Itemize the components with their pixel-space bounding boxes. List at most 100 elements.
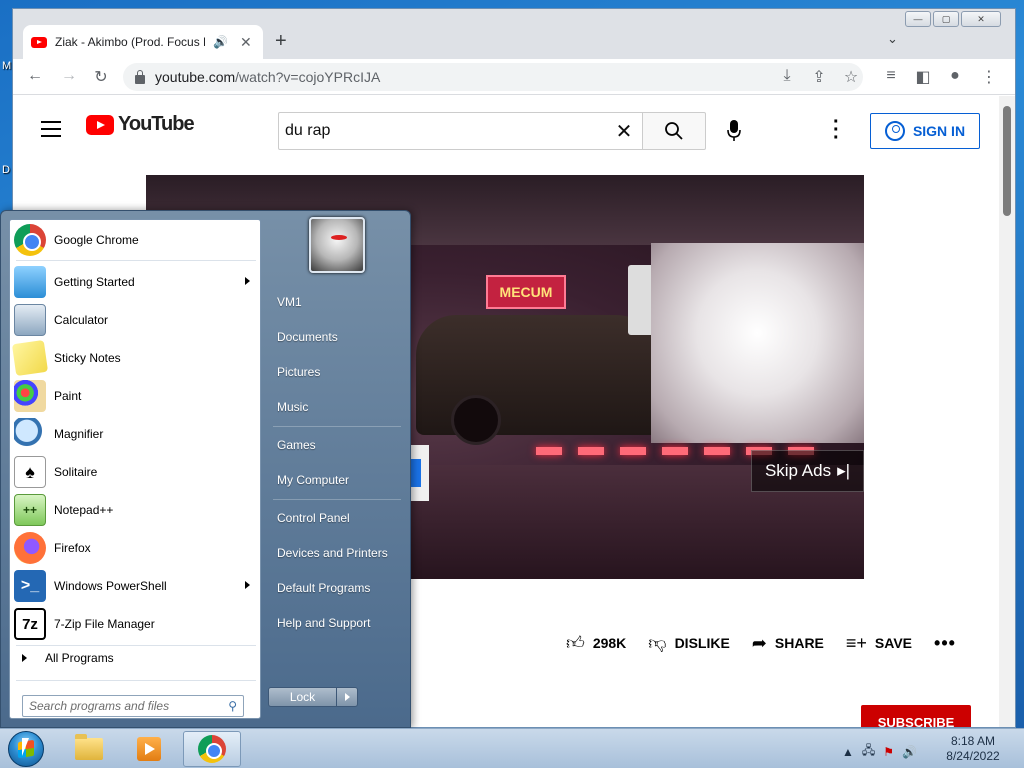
share-button[interactable]: ➦ SHARE <box>752 633 824 654</box>
share-label: SHARE <box>774 635 824 651</box>
start-item-powershell[interactable]: >_ Windows PowerShell <box>10 568 260 604</box>
start-search-input[interactable]: Search programs and files ⚲ <box>22 695 244 717</box>
start-item-7zip[interactable]: 7z 7-Zip File Manager <box>10 606 260 642</box>
bookmark-star-icon[interactable]: ☆ <box>841 67 861 87</box>
tab-youtube[interactable]: Ziak - Akimbo (Prod. Focus B 🔊 ✕ <box>23 25 263 59</box>
desktop-icon-label[interactable]: M <box>2 60 11 72</box>
start-item-getting-started[interactable]: Getting Started <box>10 264 260 300</box>
sign-in-label: SIGN IN <box>912 123 966 139</box>
menu-icon[interactable] <box>41 121 61 142</box>
start-item-solitaire[interactable]: ♠ Solitaire <box>10 454 260 490</box>
action-center-icon[interactable]: ⚑ <box>883 745 894 759</box>
clock[interactable]: 8:18 AM 8/24/2022 <box>938 734 1008 764</box>
user-avatar[interactable] <box>309 217 365 273</box>
back-icon[interactable]: ← <box>25 67 45 85</box>
settings-kebab-icon[interactable]: · · · <box>833 112 840 148</box>
start-search-placeholder: Search programs and files <box>29 699 170 713</box>
youtube-logo-text: YouTube <box>118 113 195 135</box>
start-item-sticky-notes[interactable]: Sticky Notes <box>10 339 260 377</box>
getting-started-icon <box>14 266 46 298</box>
install-icon[interactable]: ⤓ <box>777 67 797 85</box>
sticky-notes-icon <box>11 339 49 377</box>
search-button[interactable] <box>642 112 706 150</box>
address-bar[interactable]: youtube.com/watch?v=cojoYPRcIJA <box>123 63 863 91</box>
save-button[interactable]: ≡+ SAVE <box>846 633 912 654</box>
start-item-paint[interactable]: Paint <box>10 378 260 414</box>
start-link-default-programs[interactable]: Default Programs <box>277 581 370 595</box>
youtube-logo[interactable]: YouTube <box>86 113 195 136</box>
start-item-firefox[interactable]: Firefox <box>10 530 260 566</box>
search-value: du rap <box>285 122 331 139</box>
start-link-pictures[interactable]: Pictures <box>277 365 320 379</box>
account-icon <box>884 121 905 141</box>
tab-search-button[interactable]: ⌄ <box>887 31 898 47</box>
start-link-help[interactable]: Help and Support <box>277 616 370 630</box>
save-label: SAVE <box>874 635 913 651</box>
chrome-icon <box>198 735 226 763</box>
sign-in-button[interactable]: SIGN IN <box>870 113 980 149</box>
start-item-notepadpp[interactable]: ++ Notepad++ <box>10 492 260 528</box>
submenu-arrow-icon <box>245 581 250 589</box>
divider <box>16 645 256 646</box>
start-item-calculator[interactable]: Calculator <box>10 302 260 338</box>
video-actions: 👍︎ 298K 👎︎ DISLIKE ➦ SHARE ≡+ SAVE ••• <box>566 632 956 654</box>
submenu-arrow-icon <box>245 277 250 285</box>
skip-ads-button[interactable]: Skip Ads ▸| <box>751 450 864 492</box>
clock-time: 8:18 AM <box>950 734 996 748</box>
media-control-icon[interactable]: ≡ <box>881 67 901 85</box>
page-scrollbar[interactable] <box>999 96 1015 727</box>
lock-button[interactable]: Lock <box>268 687 358 707</box>
voice-search-button[interactable] <box>719 116 749 146</box>
thumbs-down-icon: 👎︎ <box>648 633 667 653</box>
start-link-user[interactable]: VM1 <box>277 295 302 309</box>
calculator-icon <box>14 304 46 336</box>
forward-icon[interactable]: → <box>59 67 79 85</box>
scrollbar-thumb[interactable] <box>1003 106 1011 216</box>
dislike-button[interactable]: 👎︎ DISLIKE <box>648 632 730 654</box>
profile-icon[interactable]: ● <box>945 67 965 85</box>
desktop-icon-label[interactable]: D <box>2 164 10 176</box>
clock-date: 8/24/2022 <box>946 749 1000 763</box>
start-link-computer[interactable]: My Computer <box>277 473 349 487</box>
video-sign: MECUM <box>486 275 566 309</box>
all-programs-button[interactable]: All Programs <box>14 651 114 665</box>
start-link-devices[interactable]: Devices and Printers <box>277 546 388 560</box>
new-tab-button[interactable]: + <box>275 30 287 53</box>
network-icon[interactable]: 🖧 <box>862 741 875 762</box>
taskbar-explorer[interactable] <box>60 731 118 767</box>
search-icon <box>665 122 683 140</box>
taskbar-chrome[interactable] <box>183 731 241 767</box>
maximize-button[interactable]: ▢ <box>933 11 959 27</box>
thumbs-up-icon: 👍︎ <box>566 633 585 653</box>
volume-icon[interactable]: 🔊 <box>902 745 917 759</box>
media-player-icon <box>137 737 161 761</box>
minimize-button[interactable]: — <box>905 11 931 27</box>
search-input[interactable]: du rap ✕ <box>278 112 643 150</box>
expand-arrow-icon <box>22 654 27 662</box>
clear-search-icon[interactable]: ✕ <box>606 119 642 144</box>
subscribe-button[interactable]: SUBSCRIBE <box>861 705 971 727</box>
start-item-magnifier[interactable]: Magnifier <box>10 416 260 452</box>
close-tab-icon[interactable]: ✕ <box>240 34 252 51</box>
taskbar-media-player[interactable] <box>120 731 178 767</box>
side-panel-icon[interactable]: ◧ <box>913 67 933 87</box>
start-link-documents[interactable]: Documents <box>277 330 338 344</box>
close-window-button[interactable]: ✕ <box>961 11 1001 27</box>
like-button[interactable]: 👍︎ 298K <box>566 632 626 654</box>
shutdown-options-icon[interactable] <box>337 688 357 706</box>
tab-strip: Ziak - Akimbo (Prod. Focus B 🔊 ✕ + ⌄ — ▢… <box>13 9 1015 59</box>
reload-icon[interactable]: ↻ <box>91 67 111 87</box>
start-item-chrome[interactable]: Google Chrome <box>10 222 260 258</box>
start-link-music[interactable]: Music <box>277 400 308 414</box>
window-controls: — ▢ ✕ <box>905 11 1001 27</box>
browser-menu-icon[interactable]: ⋮ <box>979 67 999 87</box>
youtube-play-icon <box>86 114 114 135</box>
share-icon[interactable]: ⇪ <box>809 67 829 87</box>
show-hidden-icon[interactable]: ▲ <box>842 745 854 759</box>
start-link-games[interactable]: Games <box>277 438 316 452</box>
tab-title: Ziak - Akimbo (Prod. Focus B <box>55 35 205 49</box>
more-actions-icon[interactable]: ••• <box>934 633 956 654</box>
lock-icon[interactable] <box>135 69 145 84</box>
start-link-control-panel[interactable]: Control Panel <box>277 511 350 525</box>
speaker-icon[interactable]: 🔊 <box>213 35 228 49</box>
